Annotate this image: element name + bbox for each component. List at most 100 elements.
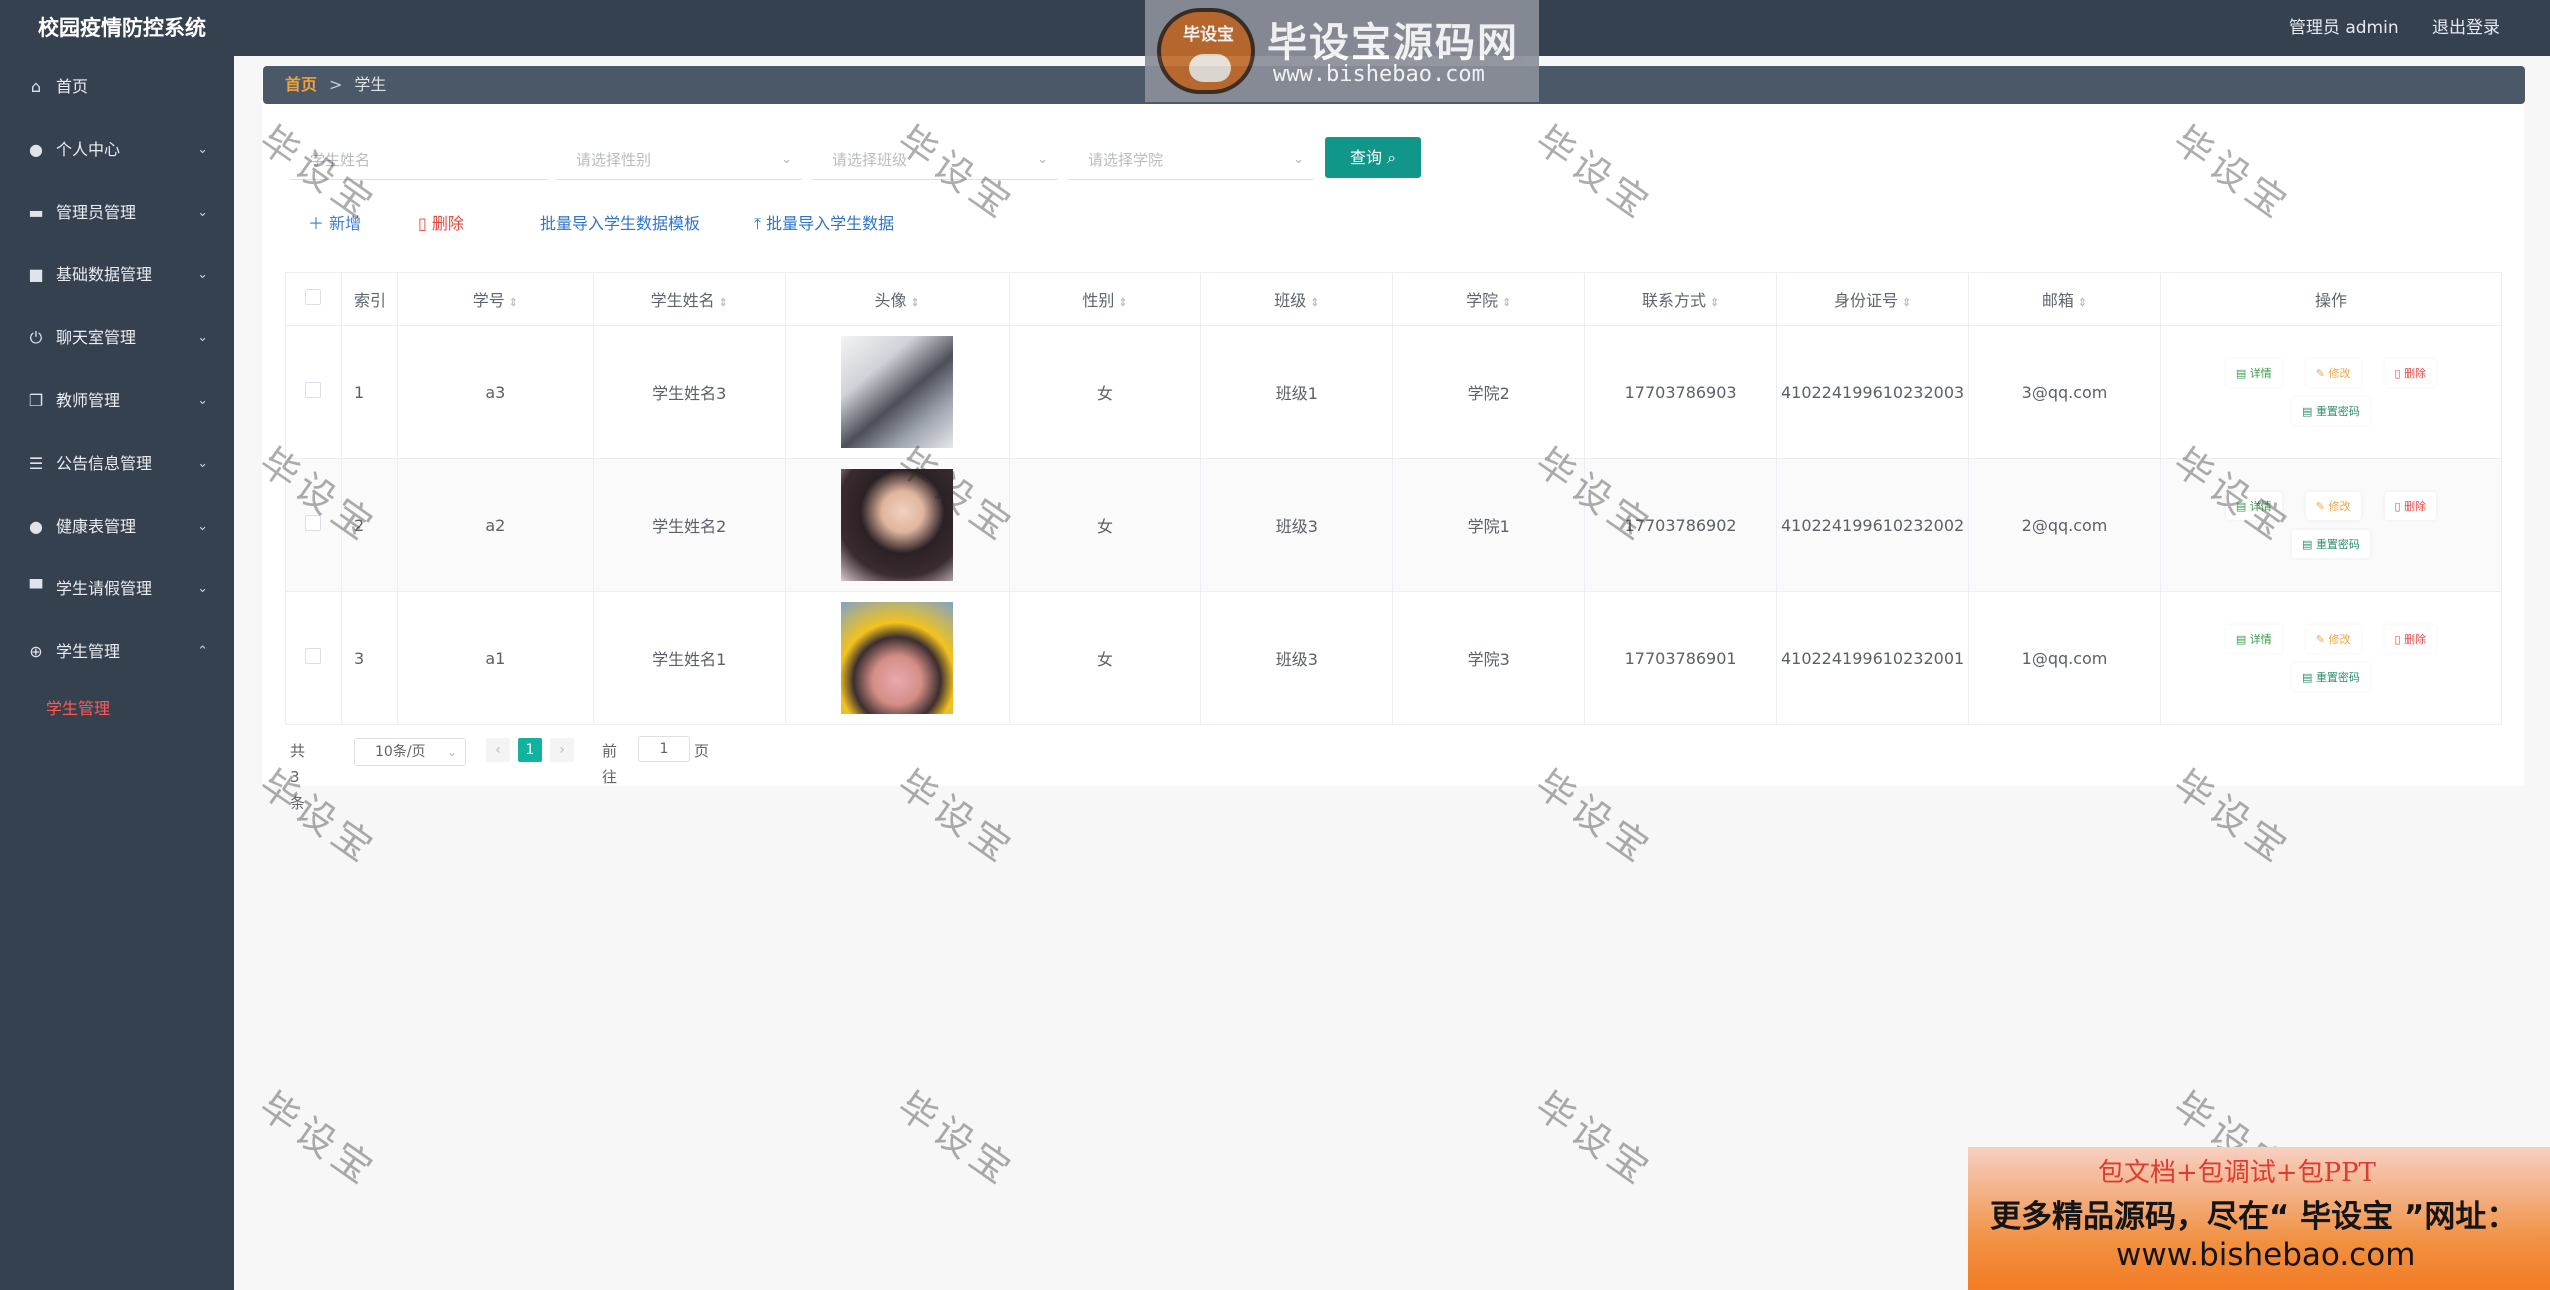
sort-icon[interactable]: ⇕	[911, 296, 920, 309]
chevron-down-icon: ⌄	[197, 518, 208, 534]
edit-button[interactable]: ✎ 修改	[2305, 492, 2361, 520]
logout-link[interactable]: 退出登录	[2432, 18, 2500, 38]
cell-class: 班级1	[1200, 325, 1394, 459]
select-all-checkbox[interactable]	[305, 289, 322, 305]
sidebar-subitem-student[interactable]: 学生管理	[0, 684, 234, 734]
edit-button[interactable]: ✎ 修改	[2305, 625, 2361, 653]
class-select[interactable]: 请选择班级 ⌄	[812, 140, 1058, 180]
col-phone[interactable]: 联系方式 ⇕	[1584, 272, 1778, 326]
sort-icon[interactable]: ⇕	[2078, 296, 2087, 309]
cell-student-name: 学生姓名1	[592, 591, 786, 725]
cell-id-card: 410224199610232003	[1776, 325, 1970, 459]
sort-icon[interactable]: ⇕	[1502, 296, 1511, 309]
admin-user-label[interactable]: 管理员 admin	[2289, 18, 2399, 38]
import-data-button[interactable]: ⤒ 批量导入学生数据	[754, 212, 894, 236]
sort-icon[interactable]: ⇕	[1902, 296, 1911, 309]
student-table: 索引 学号 ⇕ 学生姓名 ⇕ 头像 ⇕ 性别 ⇕ 班级 ⇕ 学院 ⇕ 联系方式 ⇕ 身份证号 ⇕…	[285, 272, 2503, 725]
chevron-down-icon: ⌄	[1293, 152, 1304, 167]
col-class[interactable]: 班级 ⇕	[1200, 272, 1394, 326]
watermark-text: 毕设宝	[889, 1083, 1023, 1196]
query-button[interactable]: 查询 ⌕	[1325, 137, 1421, 178]
chevron-down-icon: ⌄	[1037, 152, 1048, 167]
sidebar-item-admin[interactable]: ▬ 管理员管理 ⌄	[0, 182, 234, 245]
row-checkbox[interactable]	[305, 648, 322, 664]
sort-icon[interactable]: ⇕	[719, 296, 728, 309]
sidebar-item-personal[interactable]: ● 个人中心 ⌄	[0, 119, 234, 182]
col-email[interactable]: 邮箱 ⇕	[1968, 272, 2161, 326]
sidebar-item-home[interactable]: ⌂ 首页	[0, 56, 234, 119]
cell-student-name: 学生姓名3	[592, 325, 786, 459]
edit-button[interactable]: ✎ 修改	[2305, 359, 2361, 387]
sidebar-item-leave[interactable]: ▀ 学生请假管理 ⌄	[0, 558, 234, 621]
col-id-card[interactable]: 身份证号 ⇕	[1776, 272, 1970, 326]
home-icon: ⌂	[30, 77, 42, 96]
breadcrumb-home[interactable]: 首页	[285, 75, 317, 94]
sidebar-item-notice[interactable]: ☰ 公告信息管理 ⌄	[0, 433, 234, 496]
student-name-input[interactable]: 学生姓名	[290, 140, 548, 180]
add-button[interactable]: ＋ 新增	[308, 212, 361, 236]
copy-icon: ❐	[28, 390, 44, 410]
sidebar-item-basic-data[interactable]: ■ 基础数据管理 ⌄	[0, 244, 234, 307]
cell-id-card: 410224199610232001	[1776, 591, 1970, 725]
power-icon: ⏻	[29, 328, 43, 348]
sidebar-item-health[interactable]: ● 健康表管理 ⌄	[0, 496, 234, 559]
cell-email: 1@qq.com	[1968, 591, 2161, 725]
row-checkbox[interactable]	[305, 382, 322, 398]
col-avatar[interactable]: 头像 ⇕	[784, 272, 1010, 326]
col-college[interactable]: 学院 ⇕	[1392, 272, 1586, 326]
delete-button[interactable]: ▯ 删除	[418, 212, 464, 236]
page-unit-label: 页	[694, 742, 710, 760]
sidebar-item-teacher[interactable]: ❐ 教师管理 ⌄	[0, 370, 234, 433]
cell-college: 学院3	[1392, 591, 1586, 725]
sidebar-item-chatroom[interactable]: ⏻ 聊天室管理 ⌄	[0, 307, 234, 370]
cell-student-no: a3	[396, 325, 594, 459]
col-student-no[interactable]: 学号 ⇕	[396, 272, 594, 326]
import-template-button[interactable]: 批量导入学生数据模板	[540, 212, 700, 236]
chevron-down-icon: ⌄	[197, 392, 208, 408]
table-row: 2 a2 学生姓名2 女 班级3 学院1 17703786902 4102241…	[285, 458, 2503, 592]
next-page-button[interactable]: ›	[550, 738, 574, 762]
plus-icon: ＋	[308, 214, 325, 233]
page-number-current[interactable]: 1	[518, 738, 542, 762]
cell-class: 班级3	[1200, 458, 1394, 592]
upload-icon: ⤒	[754, 214, 762, 233]
college-select[interactable]: 请选择学院 ⌄	[1068, 140, 1314, 180]
search-icon: ⌕	[1387, 148, 1397, 167]
chevron-down-icon: ⌄	[781, 152, 792, 167]
reset-password-button[interactable]: ▤ 重置密码	[2292, 663, 2370, 691]
sort-icon[interactable]: ⇕	[1118, 296, 1127, 309]
location-icon: ●	[29, 516, 43, 536]
row-delete-button[interactable]: ▯ 删除	[2384, 625, 2437, 653]
goto-page-input[interactable]: 1	[638, 736, 690, 762]
crosshair-icon: ⊕	[29, 642, 43, 662]
row-delete-button[interactable]: ▯ 删除	[2384, 359, 2437, 387]
detail-button[interactable]: ▤ 详情	[2225, 359, 2282, 387]
cell-id-card: 410224199610232002	[1776, 458, 1970, 592]
row-checkbox[interactable]	[305, 515, 322, 531]
prev-page-button[interactable]: ‹	[486, 738, 510, 762]
watermark-text: 毕设宝	[1527, 1083, 1661, 1196]
detail-button[interactable]: ▤ 详情	[2225, 625, 2282, 653]
row-operations: ▤ 详情 ✎ 修改 ▯ 删除 ▤ 重置密码	[2201, 625, 2461, 691]
app-title: 校园疫情防控系统	[38, 16, 206, 40]
sort-icon[interactable]: ⇕	[1310, 296, 1319, 309]
chat-icon: ▀	[29, 579, 43, 599]
sidebar-item-student[interactable]: ⊕ 学生管理 ⌃	[0, 621, 234, 684]
row-delete-button[interactable]: ▯ 删除	[2384, 492, 2437, 520]
watermark-logo-title: 毕设宝源码网	[1267, 20, 1519, 66]
sort-icon[interactable]: ⇕	[1710, 296, 1719, 309]
promo-url: www.bishebao.com	[2116, 1237, 2416, 1273]
reset-password-button[interactable]: ▤ 重置密码	[2292, 397, 2370, 425]
detail-button[interactable]: ▤ 详情	[2225, 492, 2282, 520]
sort-icon[interactable]: ⇕	[509, 296, 518, 309]
gender-select[interactable]: 请选择性别 ⌄	[556, 140, 802, 180]
col-gender[interactable]: 性别 ⇕	[1008, 272, 1202, 326]
reset-password-button[interactable]: ▤ 重置密码	[2292, 530, 2370, 558]
chevron-down-icon: ⌄	[197, 267, 208, 283]
breadcrumb-current: 学生	[354, 75, 387, 94]
cell-phone: 17703786901	[1584, 591, 1778, 725]
cell-index: 2	[340, 458, 398, 592]
col-student-name[interactable]: 学生姓名 ⇕	[592, 272, 786, 326]
page-size-select[interactable]: 10条/页 ⌄	[354, 738, 466, 766]
user-icon: ●	[29, 139, 43, 159]
